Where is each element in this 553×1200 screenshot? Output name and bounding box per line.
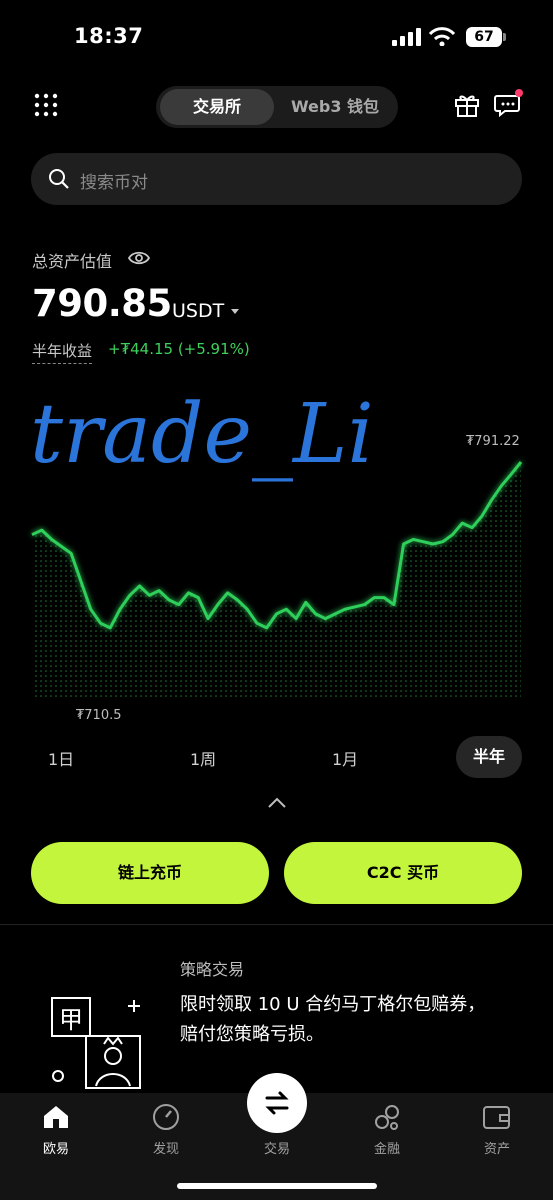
period-1m[interactable]: 1月 [332, 746, 358, 770]
total-asset-label: 总资产估值 [32, 252, 113, 271]
chart-area [32, 462, 521, 700]
home-indicator [177, 1183, 377, 1189]
nav-finance[interactable]: 金融 [352, 1138, 422, 1157]
pnl-period-label[interactable]: 半年收益 [32, 340, 93, 364]
menu-grid-icon[interactable] [34, 93, 58, 117]
chart-max-label: ₮791.22 [466, 434, 520, 449]
status-time: 18:37 [74, 24, 144, 48]
gift-icon[interactable] [454, 92, 480, 118]
messages-icon[interactable] [494, 88, 524, 118]
tab-web3-wallet[interactable]: Web3 钱包 [276, 89, 394, 125]
period-1w[interactable]: 1周 [190, 746, 216, 770]
wallet-icon[interactable] [482, 1103, 512, 1131]
promo-tag: 策略交易 [180, 960, 245, 979]
balance-chart[interactable]: trade_Li [0, 370, 553, 710]
svg-text:甲: 甲 [59, 1006, 83, 1034]
divider [0, 924, 553, 925]
wifi-icon [428, 27, 456, 46]
nav-okx[interactable]: 欧易 [21, 1138, 91, 1157]
chevron-up-icon[interactable] [267, 797, 287, 809]
strategy-illustration-icon: 甲 [51, 997, 141, 1089]
nav-discover[interactable]: 发现 [131, 1138, 201, 1157]
c2c-buy-button[interactable]: C2C 买币 [284, 842, 522, 904]
search-placeholder: 搜索币对 [80, 173, 148, 193]
balance-unit[interactable]: USDT [172, 300, 224, 322]
period-1d[interactable]: 1日 [48, 746, 74, 770]
chart-area-fill [32, 462, 521, 700]
swap-icon [265, 1091, 289, 1115]
home-icon[interactable] [42, 1104, 70, 1130]
caret-down-icon[interactable] [230, 308, 240, 316]
balance-value: 790.85 [32, 282, 172, 325]
battery-tip [503, 33, 506, 41]
eye-icon[interactable] [128, 250, 150, 266]
nav-trade[interactable]: 交易 [242, 1138, 312, 1157]
chart-min-label: ₮710.5 [76, 708, 122, 723]
period-6m[interactable]: 半年 [456, 736, 522, 778]
deposit-button[interactable]: 链上充币 [31, 842, 269, 904]
finance-icon[interactable] [372, 1102, 402, 1132]
promo-text[interactable]: 限时领取 10 U 合约马丁格尔包赔券，赔付您策略亏损。 [180, 990, 500, 1050]
nav-assets[interactable]: 资产 [462, 1138, 532, 1157]
signal-icon [392, 28, 421, 46]
pnl-value: +₮44.15 (+5.91%) [108, 340, 250, 358]
search-icon [49, 169, 69, 189]
handwritten-watermark: trade_Li [30, 387, 374, 482]
tab-exchange[interactable]: 交易所 [160, 89, 274, 125]
discover-icon[interactable] [151, 1102, 181, 1132]
battery-indicator: 67 [466, 27, 502, 47]
